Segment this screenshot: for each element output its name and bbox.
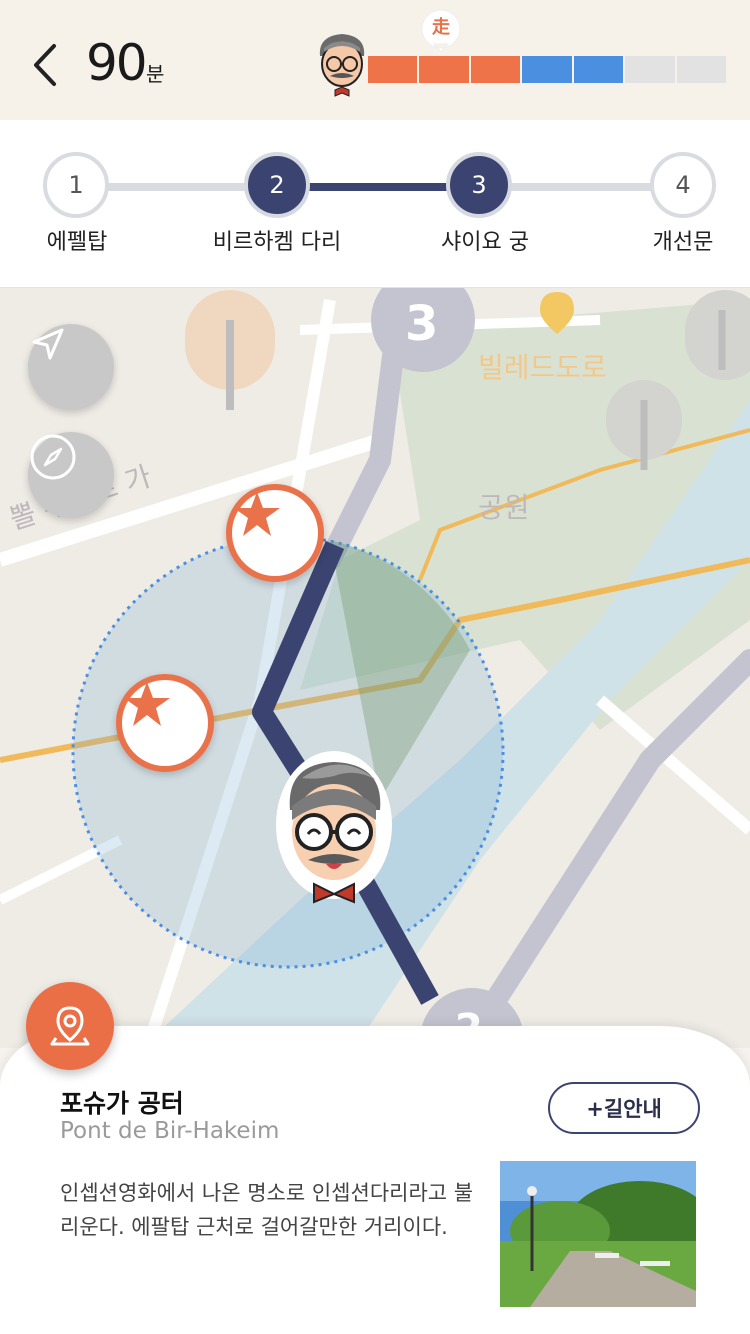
step-4-circle[interactable]: 4 (650, 152, 716, 218)
progress-segment (419, 56, 469, 83)
step-1-circle[interactable]: 1 (43, 152, 109, 218)
top-bar: 90 분 走 (0, 0, 750, 120)
guide-character-icon (276, 751, 392, 904)
location-pin-icon (50, 1006, 90, 1046)
star-icon (234, 492, 280, 536)
step-connector-active (300, 183, 460, 191)
place-title: 포슈가 공터 (60, 1089, 184, 1118)
step-2-circle[interactable]: 2 (244, 152, 310, 218)
navigation-arrow-icon (32, 328, 64, 360)
tree-icon (185, 290, 275, 410)
park-label: 공원 (478, 491, 530, 524)
compass-button[interactable] (28, 432, 114, 518)
step-number: 3 (471, 171, 487, 199)
step-3-label[interactable]: 샤이요 궁 (441, 224, 529, 256)
step-4-label[interactable]: 개선문 (653, 224, 714, 256)
poi-star-marker[interactable] (116, 674, 214, 772)
compass-icon (30, 434, 76, 480)
route-steps: 1 2 3 4 에펠탑 비르하켐 다리 샤이요 궁 개선문 (0, 120, 750, 288)
place-subtitle: Pont de Bir-Hakeim (60, 1118, 280, 1144)
progress-segment (470, 56, 521, 83)
step-3-circle[interactable]: 3 (446, 152, 512, 218)
step-number: 4 (675, 171, 691, 199)
progress-segment (625, 56, 675, 83)
step-number: 2 (269, 171, 285, 199)
progress-segment (368, 56, 418, 83)
district-label: 빌레드도로 (478, 351, 607, 384)
poi-star-marker[interactable] (226, 484, 324, 582)
step-connector (500, 183, 660, 191)
place-photo[interactable] (500, 1161, 696, 1307)
walk-mode-label: 走 (432, 17, 450, 38)
step-number: 1 (68, 171, 84, 199)
star-icon (124, 682, 170, 726)
progress-segment (522, 56, 572, 83)
place-description: 인셉션영화에서 나온 명소로 인셉션다리라고 불리운다. 에팔탑 근처로 걸어갈… (60, 1181, 474, 1239)
guide-avatar-icon (319, 34, 365, 97)
progress-segment (573, 56, 624, 83)
progress-segment (676, 56, 726, 83)
route-marker-3-label: 3 (405, 296, 439, 352)
step-2-label[interactable]: 비르하켐 다리 (213, 224, 341, 256)
step-connector (100, 183, 260, 191)
step-1-label[interactable]: 에펠탑 (47, 224, 108, 256)
map-canvas (0, 288, 750, 1048)
time-unit: 분 (146, 62, 165, 86)
back-arrow-icon[interactable] (26, 40, 66, 90)
remaining-time: 90 (86, 34, 148, 92)
locate-button[interactable] (28, 324, 114, 410)
map-view[interactable]: 3 2 빌레드도로 공원 뽈 두메르 가 (0, 288, 750, 1048)
navigate-button[interactable]: +길안내 (548, 1082, 700, 1134)
nearby-places-button[interactable] (26, 982, 114, 1070)
time-progress-bar (368, 56, 726, 83)
